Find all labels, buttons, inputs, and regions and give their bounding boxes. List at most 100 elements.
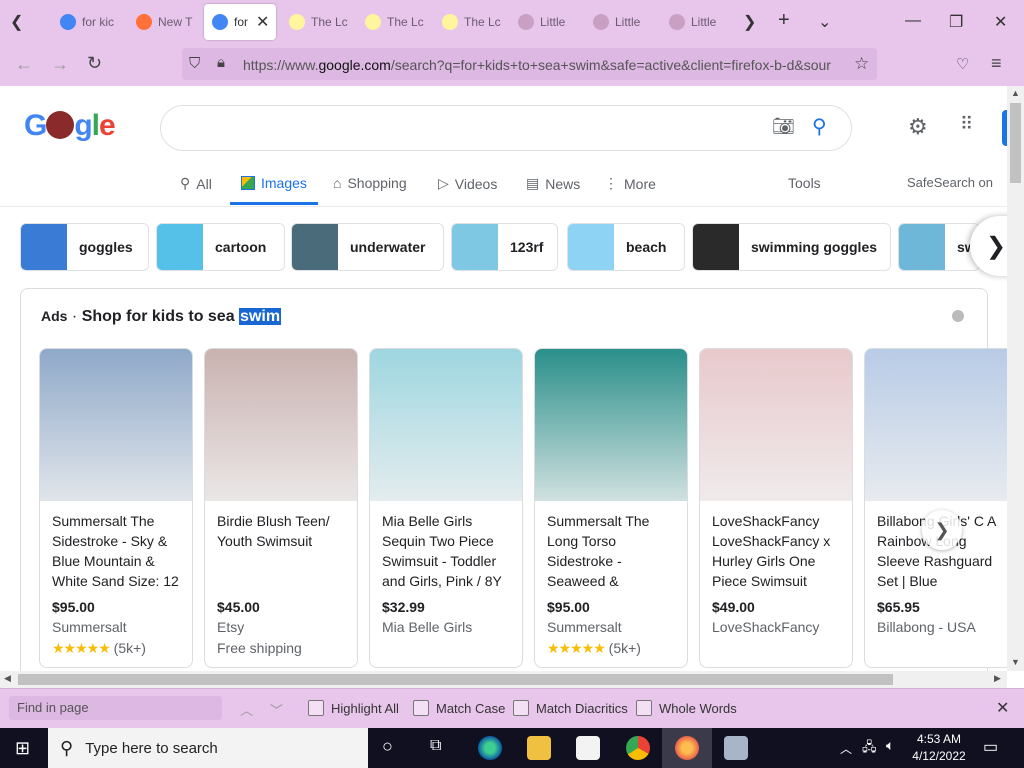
products-next-button[interactable]: ❯ [922,510,962,550]
product-image[interactable] [370,349,522,501]
product-card[interactable]: Summersalt The Long Torso Sidestroke - S… [534,348,688,668]
tab-all[interactable]: ⚲ All [180,175,212,192]
browser-tab[interactable]: The Lc [281,4,351,40]
back-icon[interactable]: ← [15,54,33,75]
new-tab-icon[interactable]: + [778,9,790,32]
firefox-icon[interactable] [675,736,699,760]
close-window-icon[interactable]: ✕ [994,12,1007,32]
list-tabs-icon[interactable]: ⌄ [818,12,831,32]
tab-favicon-icon [518,14,534,30]
related-search-chip[interactable]: cartoon [156,223,285,271]
tab-more[interactable]: ⋮ More [604,175,656,192]
file-explorer-icon[interactable] [527,736,551,760]
horizontal-scroll-thumb[interactable] [18,674,893,685]
whole-words-checkbox[interactable]: Whole Words [636,700,737,716]
tab-scroll-right-icon[interactable]: ❯ [743,12,756,32]
browser-tab[interactable]: Little [661,4,731,40]
tab-images[interactable]: Images [241,175,307,191]
product-card[interactable]: Mia Belle Girls Sequin Two Piece Swimsui… [369,348,523,668]
browser-tab[interactable]: New T [128,4,198,40]
safesearch-button[interactable]: SafeSearch on [907,175,993,190]
product-card[interactable]: Billabong Girls' C A Rainbow Long Sleeve… [864,348,1018,668]
browser-tab[interactable]: The Lc [434,4,504,40]
minimize-icon[interactable]: — [905,12,921,30]
network-icon[interactable]: 🖧︎ [862,738,877,760]
edge-icon[interactable] [478,736,502,760]
forward-icon[interactable]: → [51,54,69,75]
camera-icon[interactable]: 📷︎ [772,116,795,137]
taskbar-search-box[interactable]: ⚲ Type here to search [48,728,368,768]
match-diacritics-checkbox[interactable]: Match Diacritics [513,700,628,716]
product-image[interactable] [205,349,357,501]
find-previous-icon[interactable]: ︿ [240,700,253,719]
browser-tab[interactable]: The Lc [357,4,427,40]
chevron-right-icon: ❯ [934,519,950,540]
store-icon[interactable] [576,736,600,760]
app-icon[interactable] [724,736,748,760]
task-view-icon[interactable]: ⧉ [430,737,441,755]
notifications-icon[interactable]: ▭ [983,737,998,757]
scroll-left-icon[interactable]: ◀ [4,673,11,684]
product-card[interactable]: Birdie Blush Teen/ Youth Swimsuit $45.00 E… [204,348,358,668]
windows-start-icon[interactable]: ⊞ [15,738,30,759]
tools-button[interactable]: Tools [788,175,821,191]
product-image[interactable] [40,349,192,501]
url-text[interactable]: https://www.google.com/search?q=for+kids… [243,57,848,73]
tab-shopping[interactable]: ⌂ Shopping [333,175,407,191]
match-case-checkbox[interactable]: Match Case [413,700,505,716]
tag-icon: ⌂ [333,175,342,191]
close-tab-icon[interactable]: ✕ [256,12,269,32]
restore-icon[interactable]: ❐ [949,12,963,32]
scroll-up-icon[interactable]: ▲ [1011,88,1020,98]
related-search-chip[interactable]: sw [898,223,980,271]
cortana-icon[interactable]: ○ [382,736,393,757]
search-icon: ⚲ [60,737,74,758]
close-find-bar-icon[interactable]: ✕ [996,698,1009,718]
scroll-right-icon[interactable]: ▶ [994,673,1001,684]
chrome-icon[interactable] [626,736,650,760]
find-next-icon[interactable]: ﹀ [270,700,283,719]
ad-info-icon[interactable] [952,310,964,322]
product-image[interactable] [535,349,687,501]
ads-heading: Ads · Shop for kids to sea swim [41,308,282,325]
related-search-chip[interactable]: underwater [291,223,444,271]
related-search-chip[interactable]: 123rf [451,223,558,271]
product-card[interactable]: LoveShackFancy LoveShackFancy x Hurley G… [699,348,853,668]
chip-label: swimming goggles [751,239,878,255]
google-logo[interactable]: Ggle [24,109,116,143]
product-image[interactable] [865,349,1017,501]
shield-icon[interactable]: ⛉ [189,55,200,72]
vertical-scroll-thumb[interactable] [1010,103,1021,183]
pocket-icon[interactable]: ♡ [956,55,969,73]
product-store: Billabong - USA [877,619,976,635]
tab-videos[interactable]: ▷ Videos [438,175,497,192]
browser-tab[interactable]: for ✕ [204,4,276,40]
bookmark-star-icon[interactable]: ☆ [854,54,869,74]
reload-icon[interactable]: ↻ [87,53,102,74]
scroll-down-icon[interactable]: ▼ [1011,657,1020,667]
tab-label: Little [540,15,566,29]
find-input[interactable]: Find in page [9,696,222,720]
browser-tab[interactable]: Little [585,4,655,40]
search-icon[interactable]: ⚲ [812,114,827,139]
related-search-chip[interactable]: goggles [20,223,149,271]
related-search-chip[interactable]: swimming goggles [692,223,891,271]
browser-tab[interactable]: Little [510,4,580,40]
highlight-all-checkbox[interactable]: Highlight All [308,700,399,716]
menu-icon[interactable]: ≡ [991,53,1002,74]
product-image[interactable] [700,349,852,501]
tab-scroll-left-icon[interactable]: ❮ [10,12,23,32]
tab-label: The Lc [464,15,501,29]
related-search-chip[interactable]: beach [567,223,685,271]
volume-icon[interactable]: 🔈︎ [886,737,894,754]
clock[interactable]: 4:53 AM 4/12/2022 [908,731,970,765]
lock-icon[interactable]: 🔒︎ [217,54,225,71]
search-input[interactable] [160,105,852,151]
browser-tab[interactable]: for kic [52,4,122,40]
tray-up-icon[interactable]: ︿ [840,740,852,757]
apps-grid-icon[interactable]: ⠿ [960,114,973,135]
tab-news[interactable]: ▤ News [526,175,580,192]
settings-gear-icon[interactable]: ⚙ [908,114,928,140]
product-card[interactable]: Summersalt The Sidestroke - Sky & Blue M… [39,348,193,668]
tab-label: Little [615,15,641,29]
